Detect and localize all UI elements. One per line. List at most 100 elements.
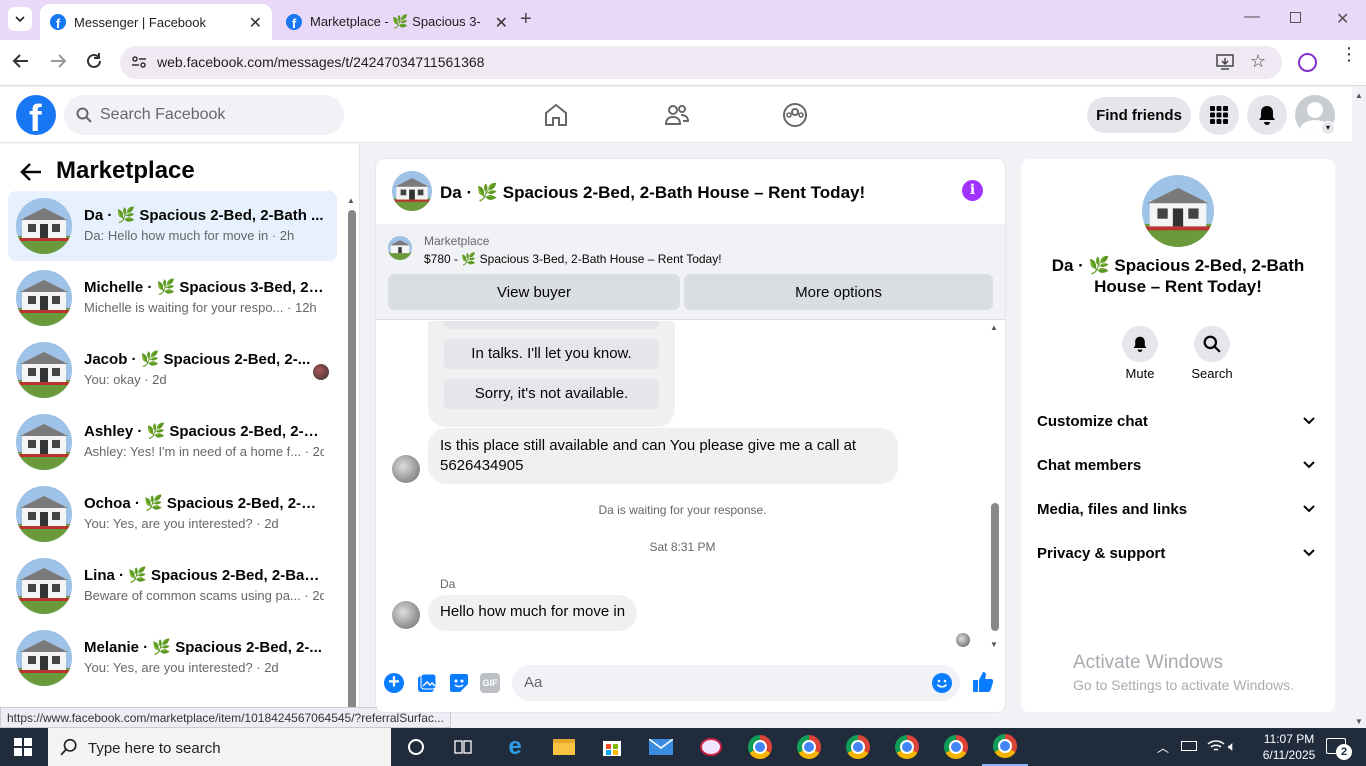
section-chat-members[interactable]: Chat members [1037, 457, 1319, 481]
section-media-files-links[interactable]: Media, files and links [1037, 501, 1319, 525]
conversation-name: Jacob · 🌿 Spacious 2-Bed, 2-... [84, 351, 311, 368]
details-avatar[interactable] [1142, 175, 1214, 247]
chat-header-avatar[interactable] [392, 171, 432, 211]
add-actions-button[interactable]: + [384, 672, 404, 693]
conversation-preview: Michelle is waiting for your respo... · … [84, 300, 317, 315]
conversation-item[interactable]: Michelle · 🌿 Spacious 3-Bed, 2-... Michel… [8, 263, 337, 333]
search-conversation-button[interactable] [1194, 326, 1230, 362]
page-scrollbar[interactable]: ▲ ▼ [1352, 87, 1366, 728]
tab-close-icon[interactable]: ✕ [495, 13, 508, 33]
conversation-item[interactable]: Jacob · 🌿 Spacious 2-Bed, 2-... You: okay… [8, 335, 337, 405]
mail-taskbar-icon[interactable] [638, 728, 684, 766]
install-app-icon[interactable] [1216, 54, 1234, 75]
facebook-search-bar[interactable]: Search Facebook [64, 95, 344, 135]
quick-reply-in-talks[interactable]: In talks. I'll let you know. [444, 339, 659, 369]
view-buyer-label: View buyer [497, 283, 571, 301]
cortana-button[interactable] [393, 728, 439, 766]
reload-button[interactable] [85, 52, 103, 75]
show-hidden-icons-chevron-icon[interactable]: ︿ [1157, 739, 1169, 756]
back-arrow-button[interactable] [20, 162, 42, 187]
chrome-taskbar-icon[interactable] [737, 728, 783, 766]
friends-nav-button[interactable] [664, 103, 690, 132]
listing-thumbnail[interactable] [388, 236, 412, 260]
listing-title[interactable]: $780 - 🌿 Spacious 3-Bed, 2-Bath House – … [424, 252, 722, 266]
section-privacy-support[interactable]: Privacy & support [1037, 545, 1319, 569]
gif-icon[interactable]: GIF [480, 673, 500, 693]
menu-button[interactable] [1199, 95, 1239, 135]
chat-header-title[interactable]: Da · 🌿 Spacious 2-Bed, 2-Bath House – Re… [440, 183, 865, 203]
browser-tab-messenger[interactable]: f Messenger | Facebook ✕ [40, 4, 272, 40]
site-info-icon[interactable] [130, 53, 148, 76]
browser-menu-icon[interactable]: ⋮ [1340, 45, 1358, 63]
tab-search-button[interactable] [8, 7, 32, 31]
quick-reply-partial [444, 321, 659, 329]
address-bar[interactable]: web.facebook.com/messages/t/242470347115… [120, 46, 1282, 79]
conversation-name: Ashley · 🌿 Spacious 2-Bed, 2-B... [84, 423, 324, 440]
restore-button[interactable] [1290, 12, 1301, 23]
new-tab-button[interactable]: + [520, 8, 532, 31]
find-friends-button[interactable]: Find friends [1087, 97, 1191, 133]
sender-avatar[interactable] [392, 455, 420, 483]
notifications-button[interactable] [1247, 95, 1287, 135]
chat-info-button[interactable]: i [962, 180, 983, 201]
notification-count-badge: 2 [1336, 744, 1352, 760]
page-title: Marketplace [56, 157, 195, 184]
clock-date[interactable]: 6/11/2025 [1257, 748, 1321, 762]
conversation-item[interactable]: Melanie · 🌿 Spacious 2-Bed, 2-... You: Ye… [8, 623, 337, 693]
store-taskbar-icon[interactable] [589, 728, 635, 766]
message-bubble[interactable]: Hello how much for move in [428, 595, 638, 631]
sticker-icon[interactable] [449, 673, 469, 698]
thread-scrollbar[interactable]: ▲ ▼ [989, 323, 1001, 649]
start-button[interactable] [0, 728, 46, 766]
edge-taskbar-icon[interactable]: e [492, 728, 538, 766]
forward-button[interactable] [49, 52, 67, 75]
message-bubble[interactable]: Is this place still available and can Yo… [428, 428, 898, 484]
sender-avatar[interactable] [392, 601, 420, 629]
attach-image-icon[interactable] [417, 673, 437, 698]
search-label: Search [1191, 366, 1233, 381]
taskbar-search-box[interactable]: Type here to search [48, 728, 391, 766]
conversation-item[interactable]: Lina · 🌿 Spacious 2-Bed, 2-Bath... Beware… [8, 551, 337, 621]
message-input[interactable]: Aa [512, 665, 960, 701]
section-customize-chat[interactable]: Customize chat [1037, 413, 1319, 437]
account-chevron-icon[interactable]: ▾ [1321, 121, 1335, 135]
chrome-taskbar-icon[interactable] [835, 728, 881, 766]
chat-header: Da · 🌿 Spacious 2-Bed, 2-Bath House – Re… [376, 159, 1005, 224]
groups-nav-button[interactable] [782, 102, 808, 133]
paint-taskbar-icon[interactable] [688, 728, 734, 766]
emoji-icon[interactable] [932, 673, 952, 693]
chrome-taskbar-icon[interactable] [933, 728, 979, 766]
more-options-button[interactable]: More options [684, 274, 993, 310]
list-scrollbar[interactable]: ▲ [346, 196, 356, 728]
task-view-button[interactable] [440, 728, 486, 766]
battery-icon[interactable] [1181, 741, 1197, 751]
wifi-icon[interactable] [1207, 738, 1225, 759]
facebook-top-nav: f Search Facebook Find friends ▾ [0, 87, 1352, 143]
clock-time[interactable]: 11:07 PM [1257, 732, 1321, 746]
chrome-taskbar-icon[interactable] [884, 728, 930, 766]
taskbar-search-placeholder: Type here to search [88, 740, 221, 757]
file-explorer-taskbar-icon[interactable] [541, 728, 587, 766]
home-nav-button[interactable] [543, 103, 569, 132]
search-icon [60, 738, 77, 756]
bookmark-star-icon[interactable]: ☆ [1250, 51, 1266, 72]
quick-reply-not-available[interactable]: Sorry, it's not available. [444, 379, 659, 409]
chrome-taskbar-icon[interactable] [982, 728, 1028, 766]
minimize-button[interactable]: — [1244, 8, 1260, 26]
facebook-logo[interactable]: f [16, 95, 56, 135]
tab-close-icon[interactable]: ✕ [249, 13, 262, 33]
conversation-item[interactable]: Ashley · 🌿 Spacious 2-Bed, 2-B... Ashley:… [8, 407, 337, 477]
arrow-left-icon [20, 163, 41, 181]
conversation-item[interactable]: Ochoa · 🌿 Spacious 2-Bed, 2-B... You: Yes… [8, 479, 337, 549]
chrome-taskbar-icon[interactable] [786, 728, 832, 766]
volume-icon[interactable]: 🔈︎ [1228, 738, 1236, 755]
conversation-item[interactable]: Da · 🌿 Spacious 2-Bed, 2-Bath ... Da: Hel… [8, 191, 337, 261]
view-buyer-button[interactable]: View buyer [388, 274, 680, 310]
browser-tab-marketplace[interactable]: f Marketplace - 🌿 Spacious 3-B ✕ [276, 4, 508, 40]
mute-button[interactable] [1122, 326, 1158, 362]
profile-icon[interactable] [1298, 53, 1317, 72]
close-window-button[interactable]: ✕ [1336, 9, 1349, 29]
browser-toolbar: web.facebook.com/messages/t/242470347115… [0, 40, 1366, 86]
back-button[interactable] [12, 52, 30, 75]
like-button[interactable] [972, 671, 994, 698]
